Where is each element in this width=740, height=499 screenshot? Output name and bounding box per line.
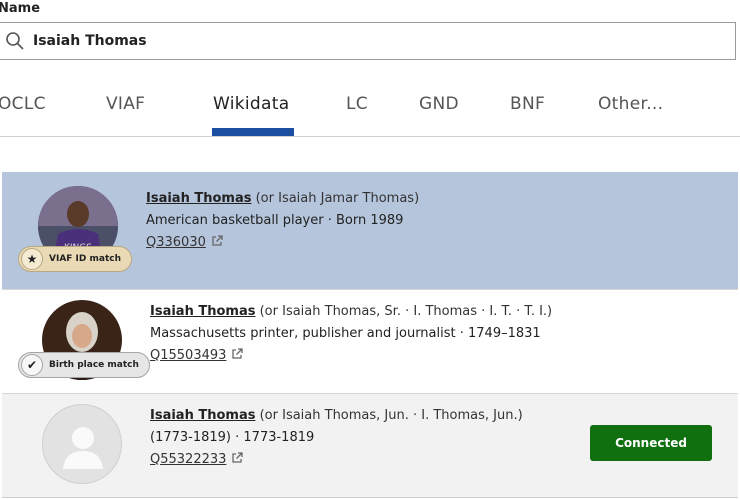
checkmark-icon: ✔ bbox=[21, 354, 43, 376]
placeholder-avatar bbox=[42, 404, 122, 484]
result-alt-names: (or Isaiah Thomas, Sr. · I. Thomas · I. … bbox=[255, 304, 553, 319]
result-description: (1773-1819) · 1773-1819 bbox=[150, 430, 315, 445]
result-name-link[interactable]: Isaiah Thomas bbox=[150, 304, 255, 319]
result-alt-names: (or Isaiah Jamar Thomas) bbox=[251, 191, 420, 206]
result-info: Isaiah Thomas (or Isaiah Thomas, Jun. · … bbox=[150, 405, 523, 471]
external-link-icon[interactable] bbox=[211, 233, 223, 255]
search-input[interactable]: Isaiah Thomas bbox=[0, 22, 736, 60]
result-info: Isaiah Thomas (or Isaiah Thomas, Sr. · I… bbox=[150, 301, 552, 367]
source-tabs: OCLC VIAF Wikidata LC GND BNF Other... bbox=[0, 82, 740, 137]
result-info: Isaiah Thomas (or Isaiah Jamar Thomas) A… bbox=[146, 188, 419, 254]
qid-link[interactable]: Q336030 bbox=[146, 235, 206, 250]
badge-label: VIAF ID match bbox=[49, 254, 122, 264]
result-description: American basketball player · Born 1989 bbox=[146, 213, 404, 228]
result-name-link[interactable]: Isaiah Thomas bbox=[146, 191, 251, 206]
active-tab-indicator bbox=[212, 128, 294, 136]
result-alt-names: (or Isaiah Thomas, Jun. · I. Thomas, Jun… bbox=[255, 408, 523, 423]
qid-link[interactable]: Q15503493 bbox=[150, 348, 226, 363]
result-row[interactable]: Isaiah Thomas (or Isaiah Thomas, Jun. · … bbox=[2, 394, 738, 498]
tab-viaf[interactable]: VIAF bbox=[106, 94, 145, 114]
result-row[interactable]: ✔ Birth place match Isaiah Thomas (or Is… bbox=[2, 290, 738, 394]
result-name-link[interactable]: Isaiah Thomas bbox=[150, 408, 255, 423]
connected-button[interactable]: Connected bbox=[590, 425, 712, 461]
tab-gnd[interactable]: GND bbox=[419, 94, 459, 114]
name-label: Name bbox=[0, 1, 41, 16]
qid-link[interactable]: Q55322233 bbox=[150, 452, 226, 467]
tab-oclc[interactable]: OCLC bbox=[0, 94, 46, 114]
result-row[interactable]: KINGS ★ VIAF ID match Isaiah Thomas (or … bbox=[2, 172, 738, 290]
birth-place-match-badge: ✔ Birth place match bbox=[18, 352, 150, 378]
tab-wikidata[interactable]: Wikidata bbox=[213, 94, 289, 114]
tab-lc[interactable]: LC bbox=[346, 94, 368, 114]
tab-other[interactable]: Other... bbox=[598, 94, 663, 114]
tab-bnf[interactable]: BNF bbox=[510, 94, 545, 114]
external-link-icon[interactable] bbox=[231, 346, 244, 368]
viaf-id-match-badge: ★ VIAF ID match bbox=[18, 246, 133, 272]
search-value: Isaiah Thomas bbox=[33, 33, 147, 49]
star-icon: ★ bbox=[21, 248, 43, 270]
result-description: Massachusetts printer, publisher and jou… bbox=[150, 326, 541, 341]
badge-label: Birth place match bbox=[49, 360, 139, 370]
search-icon bbox=[5, 30, 27, 52]
external-link-icon[interactable] bbox=[231, 450, 244, 472]
